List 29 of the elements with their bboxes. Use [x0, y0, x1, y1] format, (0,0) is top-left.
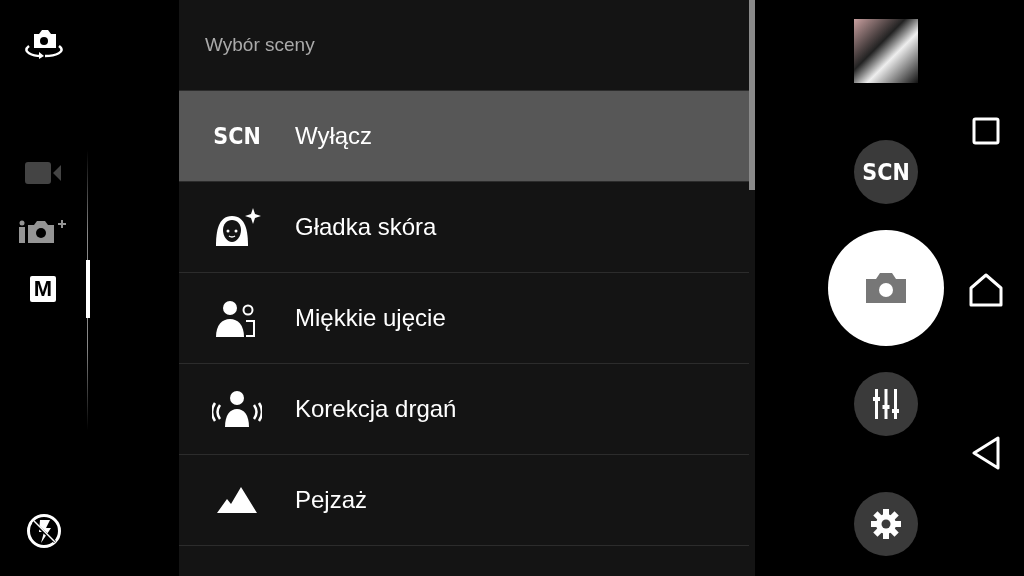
- settings-icon: [871, 509, 901, 539]
- face-sparkle-icon: [213, 208, 261, 246]
- scene-option[interactable]: SCN Wyłącz: [179, 90, 749, 181]
- scene-option[interactable]: Miękkie ujęcie: [179, 272, 749, 363]
- back-icon[interactable]: [971, 436, 1001, 470]
- recents-icon[interactable]: [972, 117, 1000, 145]
- scene-option[interactable]: Pejzaż: [179, 454, 749, 545]
- camera-plus-icon[interactable]: [18, 218, 68, 244]
- camera-icon: [866, 273, 906, 303]
- scene-option-label: Pejzaż: [295, 486, 368, 514]
- scene-option-label: Korekcja drgań: [295, 395, 457, 423]
- scene-option-label: Gładka skóra: [295, 213, 437, 241]
- home-icon[interactable]: [969, 273, 1003, 307]
- mountains-icon: [217, 487, 257, 513]
- person-camera-icon: [216, 299, 258, 337]
- camera-switch-icon: [23, 29, 65, 59]
- scene-option[interactable]: Gładka skóra: [179, 181, 749, 272]
- scene-option-label: Wyłącz: [295, 122, 373, 150]
- scene-option-label: Miękkie ujęcie: [295, 304, 446, 332]
- photo-placeholder[interactable]: [854, 19, 918, 83]
- scene-mode-label: SCN: [213, 123, 261, 149]
- scene-button[interactable]: SCN: [854, 140, 918, 204]
- mode-indicator: [86, 260, 90, 318]
- flash-off-icon: [26, 513, 62, 549]
- manual-mode-button[interactable]: M: [30, 276, 56, 302]
- scene-option[interactable]: Korekcja drgań: [179, 363, 749, 454]
- menu-title: Wybór sceny: [204, 33, 315, 57]
- person-shake-icon: [212, 391, 262, 427]
- sliders-icon: [873, 389, 899, 419]
